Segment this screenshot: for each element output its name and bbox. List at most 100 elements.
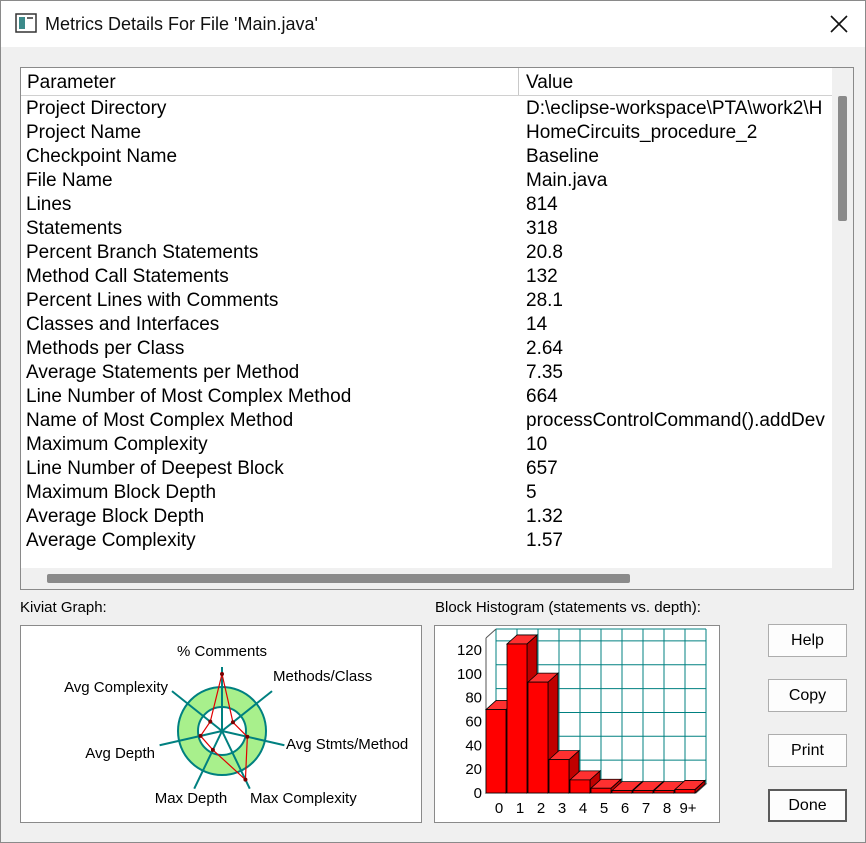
parameter-cell: Checkpoint Name <box>26 146 178 167</box>
column-header-value-label[interactable]: Value <box>526 72 573 94</box>
table-row[interactable]: Method Call Statements 132 <box>21 265 832 289</box>
kiviat-plot-point <box>210 747 215 752</box>
done-button[interactable]: Done <box>768 789 847 822</box>
value-cell: 664 <box>526 386 558 407</box>
parameter-cell: Statements <box>26 218 123 239</box>
histogram-y-tick-label: 0 <box>474 785 482 802</box>
value-cell: Main.java <box>526 170 608 191</box>
table-row[interactable]: File Name Main.java <box>21 169 832 193</box>
table-body: Project Directory D:\eclipse-workspace\PT… <box>21 97 832 553</box>
parameter-cell: Classes and Interfaces <box>26 314 220 335</box>
value-cell: processControlCommand().addDev <box>526 410 825 431</box>
histogram-x-tick-label: 0 <box>495 800 503 817</box>
parameter-cell: Lines <box>26 194 72 215</box>
parameter-cell: Methods per Class <box>26 338 185 359</box>
kiviat-axis-label: Avg Depth <box>85 745 155 762</box>
value-cell: HomeCircuits_procedure_2 <box>526 122 758 143</box>
histogram-x-tick-label: 8 <box>663 800 671 817</box>
table-row[interactable]: Average Complexity 1.57 <box>21 529 832 553</box>
histogram-x-tick-label: 6 <box>621 800 629 817</box>
value-cell: 14 <box>526 314 548 335</box>
help-button[interactable]: Help <box>768 624 847 657</box>
table-row[interactable]: Name of Most Complex Method processContro… <box>21 409 832 433</box>
table-row[interactable]: Checkpoint Name Baseline <box>21 145 832 169</box>
close-button[interactable] <box>813 1 865 47</box>
table-row[interactable]: Average Statements per Method 7.35 <box>21 361 832 385</box>
table-row[interactable]: Maximum Complexity 10 <box>21 433 832 457</box>
value-cell: Baseline <box>526 146 599 167</box>
window-title: Metrics Details For File 'Main.java' <box>45 14 318 34</box>
kiviat-plot-point <box>245 734 250 739</box>
column-header-parameter[interactable]: Parameter <box>21 68 519 95</box>
histogram-label: Block Histogram (statements vs. depth): <box>435 599 701 616</box>
table-row[interactable]: Project Name HomeCircuits_procedure_2 <box>21 121 832 145</box>
print-button[interactable]: Print <box>768 734 847 767</box>
histogram-y-tick-label: 40 <box>465 737 482 754</box>
kiviat-axis-label: Max Complexity <box>250 790 357 807</box>
kiviat-plot-point <box>230 720 235 725</box>
value-cell: 2.64 <box>526 338 563 359</box>
kiviat-plot-point <box>208 719 213 724</box>
kiviat-label: Kiviat Graph: <box>20 599 107 616</box>
value-cell: 7.35 <box>526 362 563 383</box>
kiviat-plot-point <box>220 672 224 676</box>
histogram-y-tick-label: 20 <box>465 761 482 778</box>
kiviat-plot-point <box>243 777 248 782</box>
metrics-table[interactable]: Parameter Value Project Directory D:\ecli… <box>20 67 854 590</box>
parameter-cell: Average Block Depth <box>26 506 205 527</box>
table-row[interactable]: Classes and Interfaces 14 <box>21 313 832 337</box>
histogram-x-tick-label: 4 <box>579 800 587 817</box>
histogram-y-tick-label: 100 <box>457 666 482 683</box>
table-row[interactable]: Percent Lines with Comments 28.1 <box>21 289 832 313</box>
histogram-y-tick-label: 120 <box>457 642 482 659</box>
histogram-y-tick-label: 60 <box>465 713 482 730</box>
vertical-scroll-thumb[interactable] <box>838 96 847 221</box>
value-cell: 1.57 <box>526 530 563 551</box>
histogram-bar <box>611 790 633 794</box>
parameter-cell: Maximum Block Depth <box>26 482 217 503</box>
metrics-dialog: Metrics Details For File 'Main.java' Par… <box>0 0 866 843</box>
value-cell: D:\eclipse-workspace\PTA\work2\H <box>526 98 823 119</box>
value-cell: 10 <box>526 434 548 455</box>
histogram-x-tick-label: 2 <box>537 800 545 817</box>
copy-button[interactable]: Copy <box>768 679 847 712</box>
scrollbar-corner <box>832 568 853 589</box>
parameter-cell: Project Name <box>26 122 142 143</box>
table-row[interactable]: Maximum Block Depth 5 <box>21 481 832 505</box>
table-row[interactable]: Lines 814 <box>21 193 832 217</box>
close-icon <box>830 15 848 33</box>
kiviat-axis-label: Avg Complexity <box>64 679 168 696</box>
kiviat-axis-label: Max Depth <box>155 790 228 807</box>
table-row[interactable]: Project Directory D:\eclipse-workspace\PT… <box>21 97 832 121</box>
horizontal-scroll-thumb[interactable] <box>47 574 630 583</box>
histogram-bar <box>485 709 507 794</box>
kiviat-plot-point <box>198 733 203 738</box>
table-row[interactable]: Percent Branch Statements 20.8 <box>21 241 832 265</box>
histogram-bar <box>590 787 612 794</box>
table-row[interactable]: Average Block Depth 1.32 <box>21 505 832 529</box>
column-header-parameter-label: Parameter <box>27 72 116 93</box>
kiviat-axis-label: Avg Stmts/Method <box>286 736 408 753</box>
histogram-bar <box>674 789 696 794</box>
parameter-cell: Project Directory <box>26 98 167 119</box>
horizontal-scrollbar[interactable] <box>21 568 832 589</box>
histogram-panel: 0 20 40 60 80 100 120 0 1 2 3 4 5 6 7 8 9+ <box>434 625 720 823</box>
parameter-cell: Line Number of Most Complex Method <box>26 386 352 407</box>
parameter-cell: Method Call Statements <box>26 266 229 287</box>
histogram-axis-edge <box>485 628 497 639</box>
table-row[interactable]: Methods per Class 2.64 <box>21 337 832 361</box>
parameter-cell: Maximum Complexity <box>26 434 208 455</box>
histogram-bar <box>632 790 654 794</box>
table-row[interactable]: Statements 318 <box>21 217 832 241</box>
table-row[interactable]: Line Number of Most Complex Method 664 <box>21 385 832 409</box>
histogram-bar <box>527 681 549 794</box>
vertical-scrollbar[interactable] <box>832 68 853 568</box>
kiviat-panel: % Comments Methods/Class Avg Stmts/Method M… <box>20 625 422 823</box>
kiviat-axis-label: Methods/Class <box>273 668 372 685</box>
value-cell: 657 <box>526 458 558 479</box>
table-row[interactable]: Line Number of Deepest Block 657 <box>21 457 832 481</box>
block-histogram: 0204060801001200 1 2 3 4 5 6 7 8 9+ <box>457 628 708 817</box>
app-window-icon <box>15 13 37 33</box>
value-cell: 28.1 <box>526 290 563 311</box>
parameter-cell: File Name <box>26 170 113 191</box>
